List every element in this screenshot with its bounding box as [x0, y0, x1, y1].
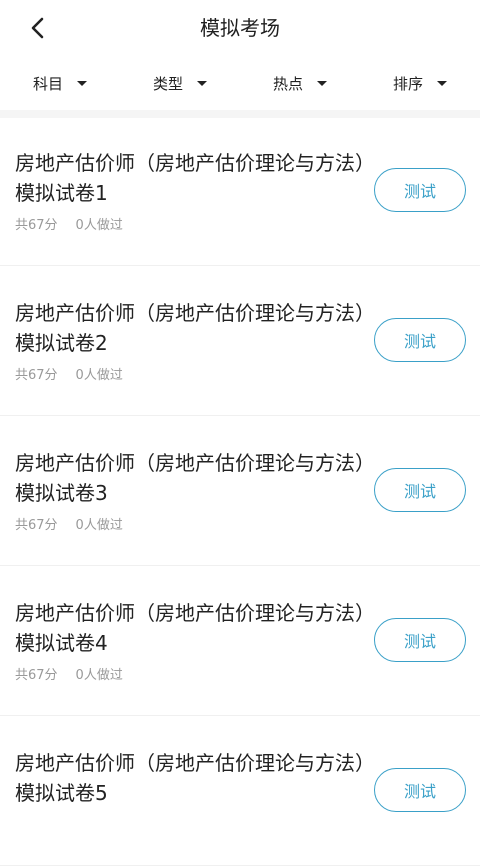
exam-card[interactable]: 房地产估价师（房地产估价理论与方法）模拟试卷2 共67分 0人做过 测试	[0, 268, 480, 416]
test-button[interactable]: 测试	[374, 618, 466, 662]
exam-card[interactable]: 房地产估价师（房地产估价理论与方法）模拟试卷5 测试	[0, 718, 480, 866]
exam-title: 房地产估价师（房地产估价理论与方法）模拟试卷5	[15, 751, 365, 805]
test-button[interactable]: 测试	[374, 768, 466, 812]
filter-type[interactable]: 类型	[120, 56, 240, 110]
caret-down-icon	[317, 80, 327, 86]
exam-title: 房地产估价师（房地产估价理论与方法）模拟试卷3	[15, 451, 365, 505]
exam-title: 房地产估价师（房地产估价理论与方法）模拟试卷4	[15, 601, 365, 655]
exam-score: 共67分	[15, 368, 58, 383]
filter-subject[interactable]: 科目	[0, 56, 120, 110]
test-button[interactable]: 测试	[374, 168, 466, 212]
exam-score: 共67分	[15, 668, 58, 683]
filter-label: 热点	[272, 74, 303, 93]
exam-meta: 共67分 0人做过	[15, 664, 123, 683]
exam-participants: 0人做过	[75, 368, 123, 383]
exam-meta: 共67分 0人做过	[15, 364, 123, 383]
exam-participants: 0人做过	[75, 218, 123, 233]
filter-hot[interactable]: 热点	[240, 56, 360, 110]
test-button[interactable]: 测试	[374, 468, 466, 512]
exam-card[interactable]: 房地产估价师（房地产估价理论与方法）模拟试卷1 共67分 0人做过 测试	[0, 118, 480, 266]
caret-down-icon	[437, 80, 447, 86]
section-divider	[0, 110, 480, 118]
app-header: 模拟考场	[0, 0, 480, 56]
exam-meta: 共67分 0人做过	[15, 514, 123, 533]
exam-list: 房地产估价师（房地产估价理论与方法）模拟试卷1 共67分 0人做过 测试 房地产估…	[0, 118, 480, 866]
exam-score: 共67分	[15, 218, 58, 233]
caret-down-icon	[77, 80, 87, 86]
filter-sort[interactable]: 排序	[360, 56, 480, 110]
filter-label: 类型	[152, 74, 183, 93]
filter-label: 排序	[392, 74, 423, 93]
caret-down-icon	[197, 80, 207, 86]
page-title: 模拟考场	[200, 16, 280, 40]
exam-meta: 共67分 0人做过	[15, 214, 123, 233]
filter-label: 科目	[32, 74, 63, 93]
exam-meta	[15, 814, 33, 829]
exam-participants: 0人做过	[75, 668, 123, 683]
exam-participants: 0人做过	[75, 518, 123, 533]
exam-card[interactable]: 房地产估价师（房地产估价理论与方法）模拟试卷4 共67分 0人做过 测试	[0, 568, 480, 716]
test-button[interactable]: 测试	[374, 318, 466, 362]
exam-score: 共67分	[15, 518, 58, 533]
exam-card[interactable]: 房地产估价师（房地产估价理论与方法）模拟试卷3 共67分 0人做过 测试	[0, 418, 480, 566]
filter-bar: 科目 类型 热点 排序	[0, 56, 480, 110]
exam-title: 房地产估价师（房地产估价理论与方法）模拟试卷1	[15, 151, 365, 205]
exam-title: 房地产估价师（房地产估价理论与方法）模拟试卷2	[15, 301, 365, 355]
